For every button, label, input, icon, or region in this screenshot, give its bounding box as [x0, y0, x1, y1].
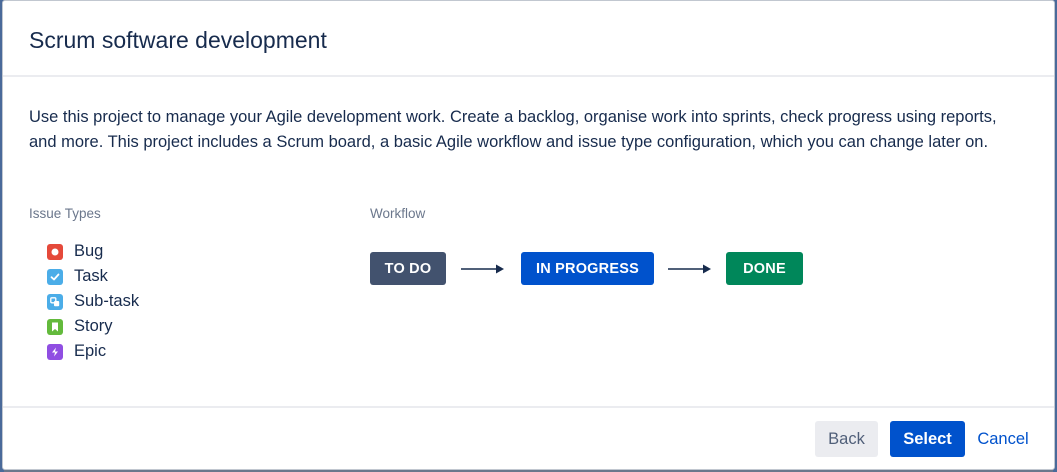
epic-icon [47, 343, 63, 360]
template-description: Use this project to manage your Agile de… [29, 108, 997, 151]
dialog-header: Scrum software development [3, 1, 1054, 77]
issue-types-list: Bug Task Sub-task Story Epic [47, 239, 139, 364]
select-button[interactable]: Select [890, 421, 965, 457]
issue-type-bug: Bug [47, 239, 139, 264]
cancel-button[interactable]: Cancel [971, 421, 1035, 457]
subtask-icon [47, 293, 63, 310]
arrow-right-icon [461, 264, 504, 274]
workflow-heading: Workflow [370, 206, 426, 221]
issue-type-label: Story [74, 317, 113, 335]
bug-icon [47, 243, 63, 260]
story-icon [47, 318, 63, 335]
issue-type-label: Epic [74, 342, 107, 360]
issue-type-label: Task [74, 267, 108, 285]
arrow-right-icon [668, 264, 711, 274]
issue-type-label: Sub-task [74, 292, 140, 310]
status-lozenge-todo: TO DO [370, 252, 446, 285]
task-icon [47, 268, 63, 285]
dialog-footer: Back Select Cancel [3, 406, 1054, 471]
issue-type-subtask: Sub-task [47, 289, 139, 314]
project-template-dialog: Scrum software development Use this proj… [2, 0, 1055, 470]
back-button[interactable]: Back [815, 421, 878, 457]
issue-type-story: Story [47, 314, 139, 339]
status-lozenge-done: DONE [726, 252, 803, 285]
issue-type-task: Task [47, 264, 139, 289]
issue-type-epic: Epic [47, 339, 139, 364]
dialog-title: Scrum software development [29, 27, 327, 53]
status-lozenge-in-progress: IN PROGRESS [521, 252, 654, 285]
issue-type-label: Bug [74, 242, 104, 260]
issue-types-heading: Issue Types [29, 206, 101, 221]
